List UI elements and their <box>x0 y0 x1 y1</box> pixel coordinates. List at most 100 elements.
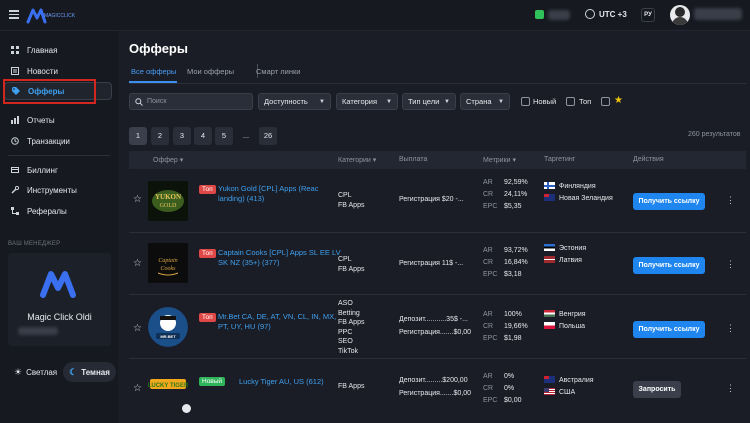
table-row: ☆ MR.BET Топ Mr.Bet CA, DE, AT, VN, CL, … <box>129 295 746 359</box>
checkbox-new[interactable] <box>521 97 530 106</box>
payout: Депозит.........$200,00 Регистрация......… <box>399 377 472 397</box>
chevron-down-icon: ▼ <box>386 98 392 105</box>
username-blurred[interactable] <box>694 8 742 20</box>
filter-availability[interactable]: Доступность ▼ <box>258 93 331 110</box>
page-button[interactable]: 1 <box>129 127 147 145</box>
sun-icon: ☀ <box>14 366 23 377</box>
avatar[interactable] <box>670 5 690 25</box>
filter-country[interactable]: Страна ▼ <box>460 93 510 110</box>
sidebar-item-news[interactable]: Новости <box>4 62 112 80</box>
more-options-icon[interactable]: ⋮ <box>726 383 735 394</box>
menu-icon[interactable] <box>9 10 19 19</box>
tab-all-offers[interactable]: Все офферы <box>131 67 176 76</box>
sidebar-item-transactions[interactable]: Транзакции <box>4 132 112 150</box>
sidebar-item-reports[interactable]: Отчеты <box>4 111 112 129</box>
divider <box>8 155 110 156</box>
favorite-star-icon[interactable]: ☆ <box>133 258 142 269</box>
offer-thumbnail[interactable]: YUKON GOLD <box>148 181 188 221</box>
page-button[interactable]: 26 <box>259 127 277 145</box>
metrics: AR 0% CR 0% EPC $0,00 <box>483 373 522 404</box>
history-icon <box>11 137 19 145</box>
column-header-payout: Выплата <box>399 156 428 163</box>
wallet-icon[interactable] <box>535 10 544 19</box>
get-link-button[interactable]: Получить ссылку <box>633 193 705 210</box>
moon-icon: ☾ <box>69 366 78 377</box>
timezone-label[interactable]: UTC +3 <box>599 10 627 19</box>
language-switcher[interactable]: РУ <box>641 8 655 22</box>
svg-text:YUKON: YUKON <box>155 193 181 201</box>
categories: FB Apps <box>338 383 365 390</box>
page-ellipsis: ... <box>242 131 250 140</box>
theme-dark-toggle[interactable]: ☾ Темная <box>63 362 116 382</box>
page-button[interactable]: 5 <box>215 127 233 145</box>
clock-icon <box>585 9 595 19</box>
sidebar-item-billing[interactable]: Биллинг <box>4 161 112 179</box>
chevron-down-icon: ▼ <box>319 98 325 105</box>
sidebar-item-label: Рефералы <box>27 206 67 216</box>
page-button[interactable]: 4 <box>194 127 212 145</box>
sidebar-item-label: Биллинг <box>27 165 58 175</box>
sidebar-item-label: Инструменты <box>27 185 77 195</box>
flag-poland-icon <box>544 322 555 329</box>
manager-card: Magic Click Oldi <box>8 253 111 346</box>
targeting: Эстония Латвия <box>544 243 586 267</box>
chevron-down-icon: ▼ <box>444 98 450 105</box>
manager-contact-blurred[interactable] <box>18 327 58 335</box>
offer-link[interactable]: Mr.Bet CA, DE, AT, VN, CL, IN, MX, PT, U… <box>218 312 346 332</box>
sidebar-item-home[interactable]: Главная <box>4 41 112 59</box>
sidebar-item-label: Отчеты <box>27 115 55 125</box>
column-header-actions: Действия <box>633 156 664 163</box>
table-row: ☆ Captain Cooks Топ Captain Cooks [CPL] A… <box>129 233 746 295</box>
offer-link[interactable]: Yukon Gold [CPL] Apps (Reac landing) (41… <box>218 184 346 204</box>
more-options-icon[interactable]: ⋮ <box>726 195 735 206</box>
favorite-star-icon[interactable]: ☆ <box>133 323 142 334</box>
flag-estonia-icon <box>544 244 555 251</box>
wrench-icon <box>11 186 19 194</box>
column-header-metrics[interactable]: Метрики ▾ <box>483 156 516 164</box>
logo[interactable]: MAGICCLICK <box>26 7 80 24</box>
request-button[interactable]: Запросить <box>633 381 681 398</box>
page-button[interactable]: 3 <box>173 127 191 145</box>
svg-text:Captain: Captain <box>158 258 177 264</box>
svg-text:MR.BET: MR.BET <box>160 334 176 339</box>
sidebar-item-tools[interactable]: Инструменты <box>4 181 112 199</box>
manager-name: Magic Click Oldi <box>27 312 92 322</box>
checkbox-favorite[interactable] <box>601 97 610 106</box>
payout: Регистрация $20 -... <box>399 196 464 203</box>
page-button[interactable]: 2 <box>151 127 169 145</box>
offer-link[interactable]: Captain Cooks [CPL] Apps SL EE LV SK NZ … <box>218 248 346 268</box>
manager-logo <box>39 269 79 299</box>
get-link-button[interactable]: Получить ссылку <box>633 321 705 338</box>
metrics: AR 92,59% CR 24,11% EPC $5,35 <box>483 179 528 210</box>
favorite-star-icon[interactable]: ☆ <box>133 194 142 205</box>
metrics: AR 93,72% CR 16,84% EPC $3,18 <box>483 247 528 278</box>
tab-smart-links[interactable]: Смарт линки <box>256 67 300 76</box>
payout: Регистрация 11$ -... <box>399 260 464 267</box>
tab-my-offers[interactable]: Мои офферы <box>187 67 234 76</box>
svg-text:GOLD: GOLD <box>160 203 177 209</box>
more-options-icon[interactable]: ⋮ <box>726 259 735 270</box>
sidebar-item-label: Новости <box>27 66 58 76</box>
search-field[interactable] <box>147 98 247 105</box>
flag-hungary-icon <box>544 310 555 317</box>
search-input[interactable] <box>129 93 253 110</box>
get-link-button[interactable]: Получить ссылку <box>633 257 705 274</box>
offer-thumbnail[interactable]: LUCKY TIGER <box>148 371 188 397</box>
checkbox-top[interactable] <box>566 97 575 106</box>
favorite-star-icon[interactable]: ☆ <box>133 383 142 394</box>
targeting: Венгрия Польша <box>544 309 586 333</box>
offer-thumbnail[interactable]: MR.BET <box>148 307 188 347</box>
offer-thumbnail[interactable]: Captain Cooks <box>148 243 188 283</box>
metrics: AR 100% CR 19,66% EPC $1,98 <box>483 311 528 342</box>
sidebar-item-referrals[interactable]: Рефералы <box>4 202 112 220</box>
column-header-offer[interactable]: Оффер ▾ <box>153 156 183 164</box>
column-header-categories[interactable]: Категории ▾ <box>338 156 376 164</box>
filter-category[interactable]: Категория ▼ <box>336 93 398 110</box>
news-icon <box>11 67 19 75</box>
highlight-box <box>3 79 96 104</box>
more-options-icon[interactable]: ⋮ <box>726 323 735 334</box>
filter-goal-type[interactable]: Тип цели ▼ <box>402 93 456 110</box>
grid-icon <box>11 46 19 54</box>
logo-text: MAGICCLICK <box>44 13 76 19</box>
theme-light-toggle[interactable]: ☀ Светлая <box>8 362 63 382</box>
